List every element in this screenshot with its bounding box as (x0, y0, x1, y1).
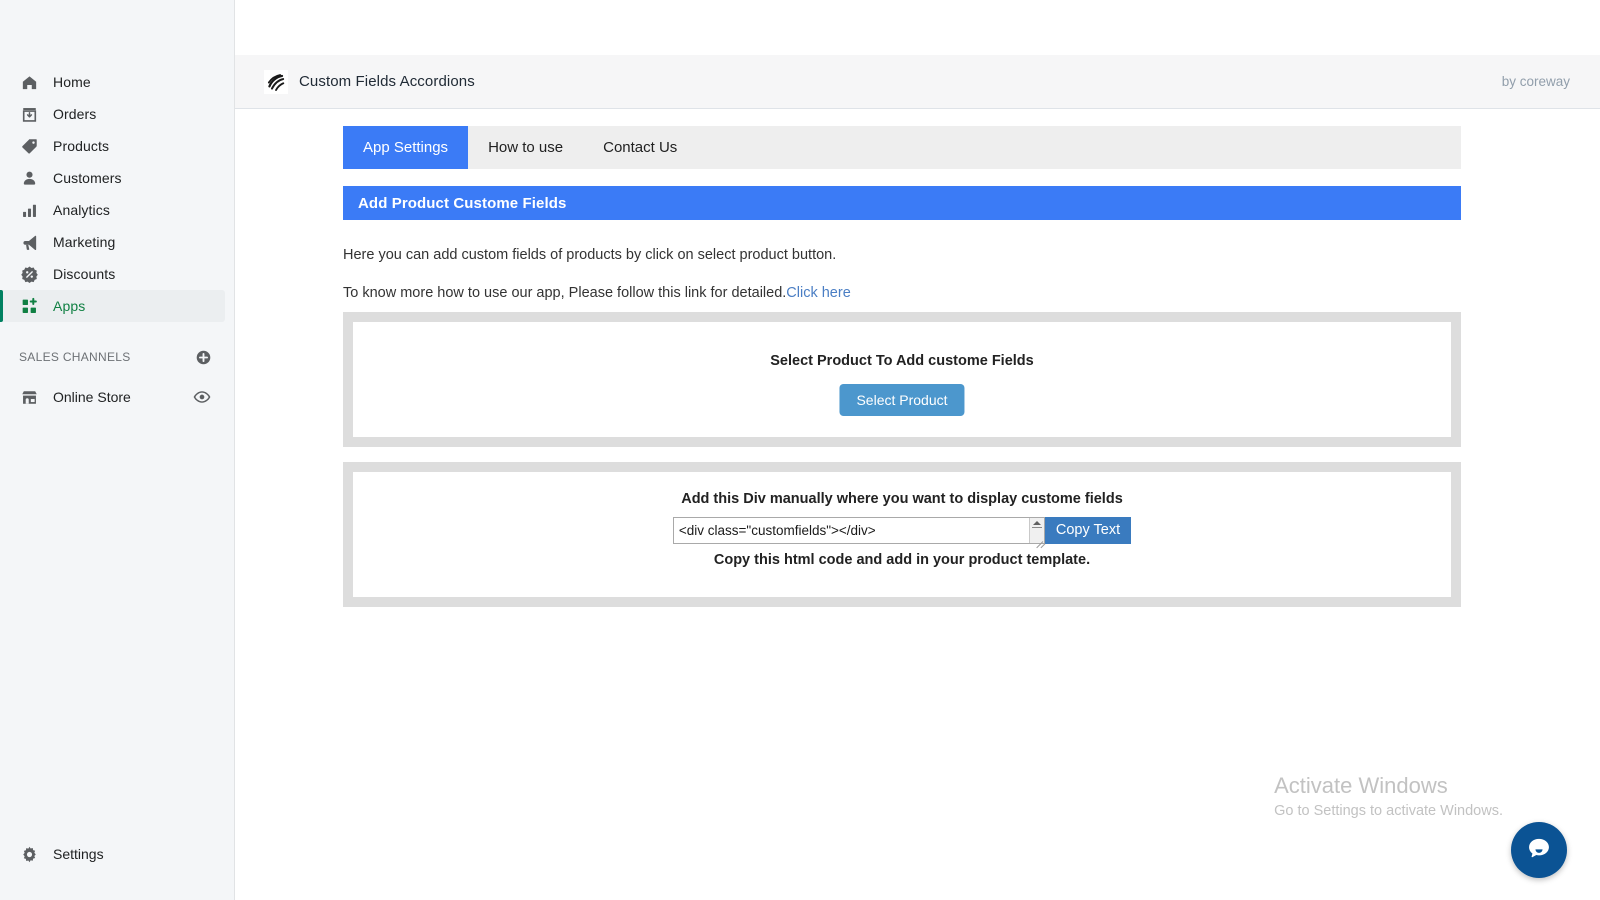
app-frame: Custom Fields Accordions by coreway App … (235, 0, 1600, 900)
code-snippet-row: Copy Text (353, 517, 1451, 549)
sidebar-nav-list: Home Orders Products Customers Analytics… (0, 66, 234, 413)
tab-contact-us[interactable]: Contact Us (583, 126, 697, 169)
code-input[interactable] (672, 517, 1045, 544)
sidebar-item-orders[interactable]: Orders (0, 98, 225, 130)
code-snippet-panel: Add this Div manually where you want to … (343, 462, 1461, 607)
sidebar-item-label: Apps (53, 298, 86, 314)
sidebar-item-label: Discounts (53, 266, 116, 282)
code-snippet-title: Add this Div manually where you want to … (681, 491, 1123, 507)
products-tag-icon (19, 136, 39, 156)
sidebar-item-label: Online Store (53, 389, 131, 405)
eye-icon[interactable] (193, 388, 211, 406)
tab-label: App Settings (363, 139, 449, 156)
sidebar-item-label: Analytics (53, 202, 110, 218)
chat-widget-button[interactable] (1511, 822, 1567, 878)
sidebar-item-settings[interactable]: Settings (0, 838, 104, 870)
intro-line-2: To know more how to use our app, Please … (343, 285, 851, 301)
chat-bubble-icon (1524, 833, 1554, 868)
select-product-panel-inner: Select Product To Add custome Fields Sel… (353, 322, 1451, 437)
select-product-button[interactable]: Select Product (839, 384, 965, 416)
marketing-megaphone-icon (19, 232, 39, 252)
tab-label: How to use (488, 139, 564, 156)
app-root: Home Orders Products Customers Analytics… (0, 0, 1600, 900)
watermark-title: Activate Windows (1274, 773, 1448, 798)
tab-how-to-use[interactable]: How to use (468, 126, 583, 169)
section-header: Add Product Custome Fields (343, 186, 1461, 220)
sidebar-item-label: Customers (53, 170, 122, 186)
sales-channels-header: SALES CHANNELS (0, 342, 234, 372)
watermark-subtitle: Go to Settings to activate Windows. (1274, 803, 1503, 819)
sidebar-item-home[interactable]: Home (0, 66, 225, 98)
app-byline: by coreway (1501, 74, 1570, 89)
sidebar-item-analytics[interactable]: Analytics (0, 194, 225, 226)
storefront-icon (19, 387, 39, 407)
tab-app-settings[interactable]: App Settings (343, 126, 469, 169)
tab-label: Contact Us (603, 139, 678, 156)
sidebar-item-label: Orders (53, 106, 97, 122)
sidebar-item-label: Products (53, 138, 110, 154)
sidebar-item-label: Home (53, 74, 91, 90)
app-title: Custom Fields Accordions (299, 73, 475, 90)
tab-bar: App Settings How to use Contact Us (343, 126, 1461, 169)
intro-line-2-text: To know more how to use our app, Please … (343, 284, 787, 301)
discounts-percent-icon (19, 264, 39, 284)
code-snippet-panel-inner: Add this Div manually where you want to … (353, 472, 1451, 597)
sidebar-item-online-store[interactable]: Online Store (0, 381, 225, 413)
sidebar-item-label: Settings (53, 846, 104, 862)
customers-person-icon (19, 168, 39, 188)
orders-icon (19, 104, 39, 124)
click-here-link[interactable]: Click here (786, 285, 850, 301)
apps-grid-plus-icon (19, 296, 39, 316)
sidebar-item-discounts[interactable]: Discounts (0, 258, 225, 290)
sidebar-item-customers[interactable]: Customers (0, 162, 225, 194)
sidebar-item-apps[interactable]: Apps (0, 290, 225, 322)
gear-icon (19, 844, 39, 864)
sidebar-item-products[interactable]: Products (0, 130, 225, 162)
sidebar: Home Orders Products Customers Analytics… (0, 0, 235, 900)
home-icon (19, 72, 39, 92)
section-header-title: Add Product Custome Fields (358, 194, 567, 212)
sales-channels-title: SALES CHANNELS (19, 350, 131, 364)
select-product-title: Select Product To Add custome Fields (770, 353, 1034, 369)
plus-circle-icon[interactable] (194, 348, 212, 366)
analytics-bars-icon (19, 200, 39, 220)
copy-text-button[interactable]: Copy Text (1044, 517, 1132, 544)
code-input-wrapper (672, 517, 1046, 549)
sidebar-item-label: Marketing (53, 234, 116, 250)
code-snippet-note: Copy this html code and add in your prod… (713, 552, 1091, 568)
sidebar-item-marketing[interactable]: Marketing (0, 226, 225, 258)
select-product-panel: Select Product To Add custome Fields Sel… (343, 312, 1461, 447)
app-header-bar: Custom Fields Accordions by coreway (235, 55, 1600, 109)
intro-line-1: Here you can add custom fields of produc… (343, 246, 837, 263)
activate-windows-watermark: Activate Windows Go to Settings to activ… (1274, 772, 1503, 822)
app-swirl-logo-icon (264, 69, 288, 94)
